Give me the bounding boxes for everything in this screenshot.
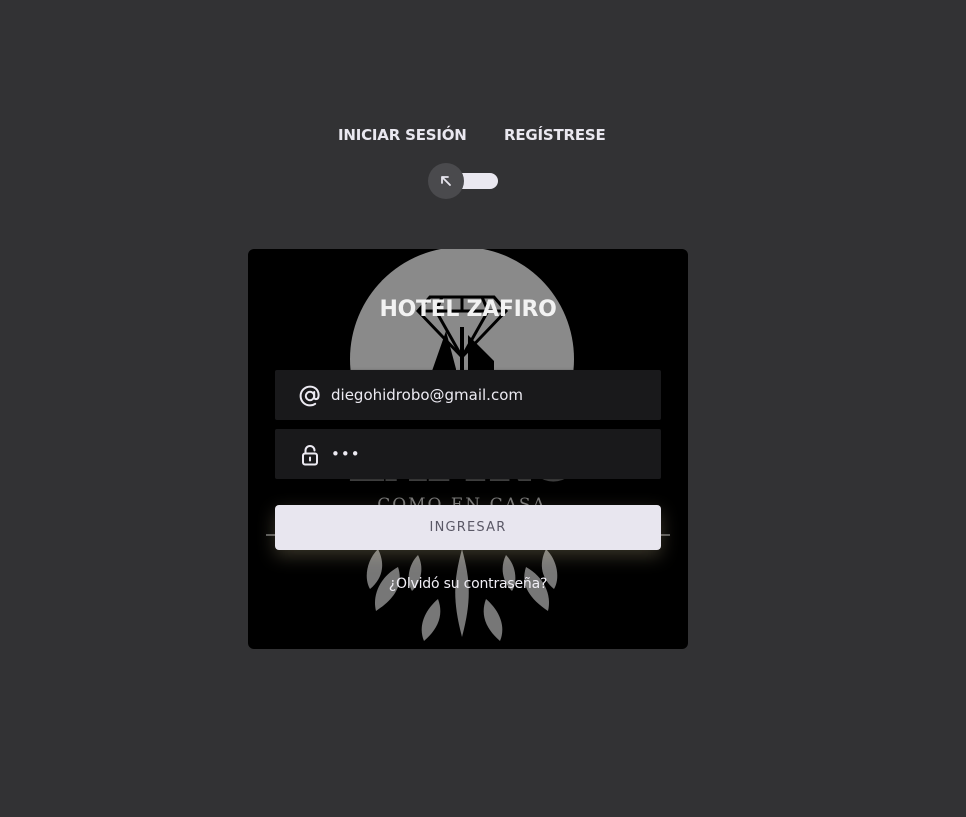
forgot-password-link[interactable]: ¿Olvidó su contraseña? [248, 576, 688, 592]
lock-icon [297, 442, 323, 468]
auth-mode-labels: INICIAR SESIÓN REGÍSTRESE [0, 126, 966, 148]
email-input[interactable] [331, 370, 651, 420]
email-field[interactable] [275, 370, 661, 420]
login-card: ZAFIRO COMO EN CASA HOTEL ZAFIRO [248, 249, 688, 649]
password-input[interactable] [331, 429, 651, 479]
password-field[interactable] [275, 429, 661, 479]
arrow-up-left-icon [441, 176, 451, 186]
page: INICIAR SESIÓN REGÍSTRESE HOTEL ZAFIRO d… [0, 0, 966, 817]
register-tab-label[interactable]: REGÍSTRESE [504, 126, 606, 144]
switch-knob[interactable] [428, 163, 464, 199]
login-button[interactable]: INGRESAR [275, 505, 661, 550]
login-tab-label[interactable]: INICIAR SESIÓN [338, 126, 467, 144]
at-icon [297, 383, 323, 409]
auth-mode-switch[interactable] [428, 163, 500, 199]
hotel-title: HOTEL ZAFIRO [379, 297, 557, 322]
